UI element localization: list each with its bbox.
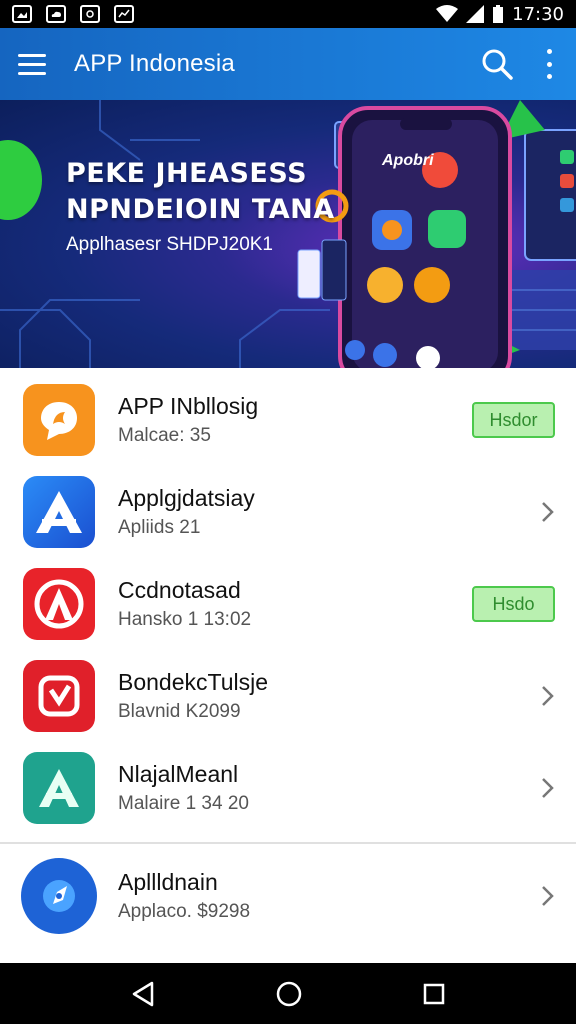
recents-icon[interactable] bbox=[422, 982, 446, 1006]
wifi-icon bbox=[436, 5, 459, 22]
shield-icon bbox=[23, 660, 95, 732]
chevron-right-icon[interactable] bbox=[540, 776, 556, 800]
chevron-right-icon[interactable] bbox=[540, 684, 556, 708]
app-meta: Hansko 1 13:02 bbox=[118, 609, 252, 630]
app-meta: Applaco. $9298 bbox=[118, 901, 251, 922]
list-divider bbox=[0, 842, 576, 844]
phone-screen-label: Apobri bbox=[382, 152, 434, 169]
letter-a-icon bbox=[23, 568, 95, 640]
app-name: NlajalMeanl bbox=[118, 761, 239, 787]
app-bar: APP Indonesia bbox=[0, 28, 576, 100]
compass-icon bbox=[21, 858, 97, 934]
chat-bubble-icon bbox=[23, 384, 95, 456]
image-notification-icon bbox=[12, 5, 32, 23]
app-meta: Blavnid K2099 bbox=[118, 701, 241, 722]
list-item[interactable]: Applgjdatsiay Apliids 21 bbox=[0, 466, 576, 558]
promo-banner[interactable]: PEKE JHEASESS NPNDEIOIN TANA Applhasesr … bbox=[0, 100, 576, 368]
list-item[interactable]: APP INbllosig Malcae: 35 Hsdor bbox=[0, 374, 576, 466]
banner-subtitle: Applhasesr SHDPJ20K1 bbox=[66, 234, 273, 255]
install-button[interactable]: Hsdor bbox=[472, 402, 555, 438]
home-icon[interactable] bbox=[275, 980, 303, 1008]
app-title: APP Indonesia bbox=[74, 50, 235, 77]
banner-title-line1: PEKE JHEASESS bbox=[66, 158, 308, 189]
chevron-right-icon[interactable] bbox=[540, 500, 556, 524]
app-meta: Malcae: 35 bbox=[118, 425, 211, 446]
clock: 17:30 bbox=[512, 3, 564, 25]
banner-title-line2: NPNDEIOIN TANA bbox=[66, 194, 335, 225]
list-item[interactable]: BondekcTulsje Blavnid K2099 bbox=[0, 650, 576, 742]
list-item[interactable]: Ccdnotasad Hansko 1 13:02 Hsdo bbox=[0, 558, 576, 650]
app-list: APP INbllosig Malcae: 35 Hsdor Applgjdat… bbox=[0, 368, 576, 942]
chevron-right-icon[interactable] bbox=[540, 884, 556, 908]
cloud-notification-icon bbox=[46, 5, 66, 23]
chart-notification-icon bbox=[114, 5, 134, 23]
app-meta: Malaire 1 34 20 bbox=[118, 793, 249, 814]
banner-title: PEKE JHEASESS NPNDEIOIN TANA bbox=[66, 156, 335, 228]
back-icon[interactable] bbox=[130, 980, 156, 1008]
status-bar: 17:30 bbox=[0, 0, 576, 28]
app-name: Apllldnain bbox=[118, 869, 218, 895]
list-item[interactable]: NlajalMeanl Malaire 1 34 20 bbox=[0, 742, 576, 834]
letter-a-icon bbox=[23, 752, 95, 824]
app-name: Applgjdatsiay bbox=[118, 485, 255, 511]
navigation-bar bbox=[0, 963, 576, 1024]
install-button[interactable]: Hsdo bbox=[472, 586, 555, 622]
battery-icon bbox=[493, 5, 504, 23]
search-icon[interactable] bbox=[480, 47, 514, 81]
app-name: Ccdnotasad bbox=[118, 577, 241, 603]
list-item[interactable]: Apllldnain Applaco. $9298 bbox=[0, 850, 576, 942]
letter-a-icon bbox=[23, 476, 95, 548]
camera-notification-icon bbox=[80, 5, 100, 23]
app-meta: Apliids 21 bbox=[118, 517, 201, 538]
app-name: BondekcTulsje bbox=[118, 669, 269, 695]
more-options-icon[interactable] bbox=[544, 49, 554, 79]
menu-icon[interactable] bbox=[18, 46, 54, 82]
app-name: APP INbllosig bbox=[118, 393, 259, 419]
signal-icon bbox=[466, 5, 485, 23]
